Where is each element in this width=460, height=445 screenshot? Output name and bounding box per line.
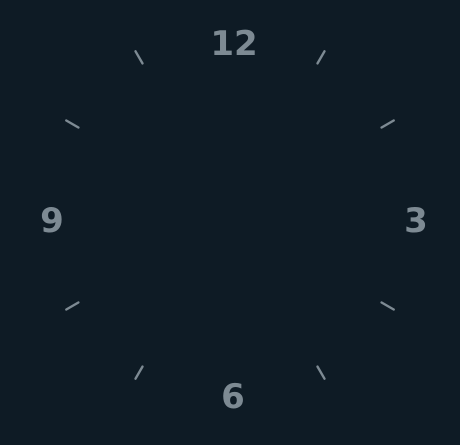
- hour-tick-10: [65, 119, 80, 129]
- numeral-3: 3: [404, 201, 428, 241]
- hour-tick-1: [316, 50, 326, 65]
- clock-face: 12 3 6 9: [0, 0, 460, 445]
- hour-tick-4: [380, 301, 395, 311]
- hour-tick-7: [134, 365, 144, 380]
- hour-tick-5: [316, 365, 326, 380]
- hour-tick-2: [380, 119, 395, 129]
- numeral-6: 6: [221, 377, 245, 417]
- hour-ticks: [65, 50, 395, 380]
- numeral-12: 12: [210, 24, 257, 64]
- hour-tick-8: [65, 301, 80, 311]
- clock-dial: 12 3 6 9: [40, 24, 428, 417]
- hour-tick-11: [134, 50, 144, 65]
- numeral-9: 9: [40, 201, 64, 241]
